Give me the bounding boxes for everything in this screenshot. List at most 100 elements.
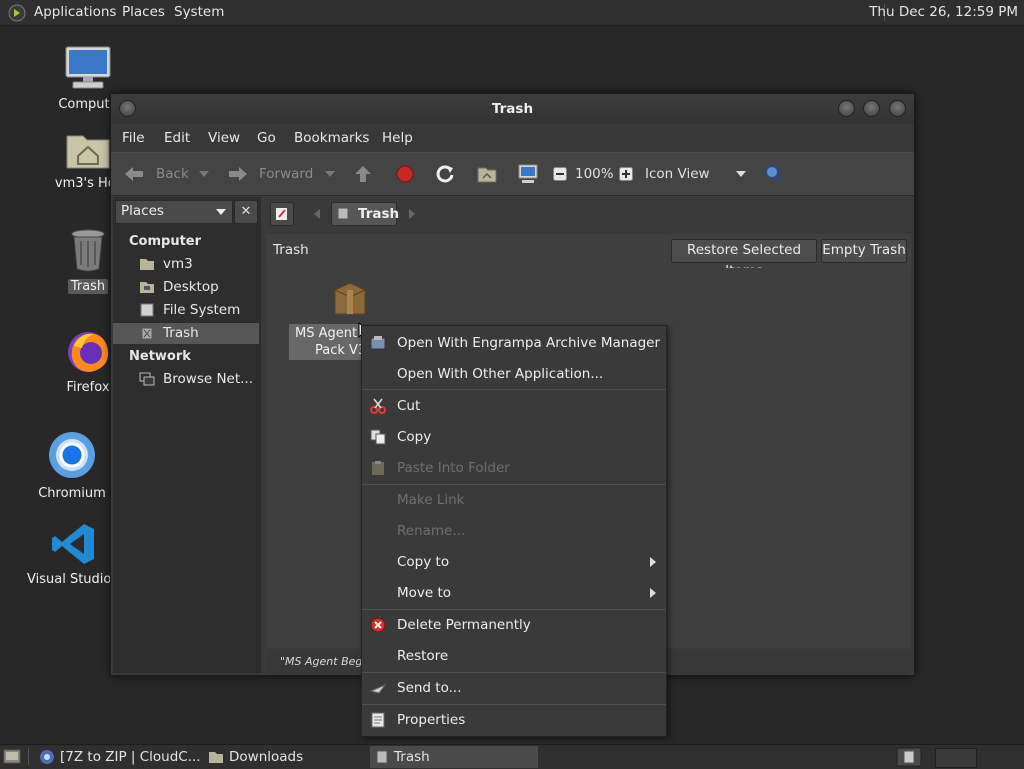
chromium-icon (49, 432, 95, 478)
scissors-icon (370, 398, 386, 414)
menu-item-cut[interactable]: Cut (362, 391, 666, 421)
menu-file[interactable]: File (122, 130, 145, 146)
zoom-out-icon[interactable] (553, 167, 567, 181)
menu-edit[interactable]: Edit (164, 130, 190, 146)
drive-icon (140, 303, 154, 317)
toggle-location-entry-button[interactable] (270, 202, 294, 226)
clock[interactable]: Thu Dec 26, 12:59 PM (869, 4, 1018, 20)
sidebar-item-browse-network[interactable]: Browse Net... (113, 369, 259, 390)
menu-separator (362, 389, 666, 390)
menu-item-paste-into-folder[interactable]: Paste Into Folder (362, 453, 666, 483)
menu-bookmarks[interactable]: Bookmarks (294, 130, 369, 146)
menu-item-send-to[interactable]: Send to... (362, 673, 666, 703)
chevron-down-icon (216, 209, 226, 215)
browser-icon (40, 750, 54, 764)
up-arrow-icon[interactable] (353, 164, 373, 184)
menubar: File Edit View Go Bookmarks Help (111, 124, 914, 152)
vscode-icon (52, 524, 94, 564)
view-mode-select[interactable]: Icon View (645, 166, 710, 182)
home-icon[interactable] (476, 164, 498, 184)
computer-icon (65, 46, 111, 89)
desktop-icon-chromium[interactable]: Chromium (22, 430, 122, 501)
forward-arrow-icon[interactable] (227, 165, 249, 183)
submenu-arrow-icon (650, 588, 656, 598)
zoom-level[interactable]: 100% (575, 166, 614, 182)
applications-menu[interactable]: Applications (34, 4, 116, 20)
empty-trash-button[interactable]: Empty Trash (821, 239, 907, 263)
trash-info-bar: Trash Restore Selected Items Empty Trash (266, 234, 911, 279)
close-side-pane-button[interactable]: ✕ (234, 200, 258, 224)
menu-item-restore[interactable]: Restore (362, 641, 666, 671)
taskbar-item-downloads[interactable]: Downloads (205, 746, 367, 768)
computer-icon[interactable] (517, 163, 539, 185)
maximize-button[interactable] (863, 100, 880, 117)
side-pane-selector[interactable]: Places (115, 200, 233, 224)
close-button[interactable] (889, 100, 906, 117)
trash-icon (141, 327, 153, 340)
paste-icon (372, 461, 384, 475)
send-icon (370, 684, 386, 694)
menu-item-copy[interactable]: Copy (362, 422, 666, 452)
menu-item-move-to[interactable]: Move to (362, 578, 666, 608)
places-menu[interactable]: Places (122, 4, 165, 20)
chevron-down-icon[interactable] (736, 171, 746, 177)
menu-item-make-link[interactable]: Make Link (362, 485, 666, 515)
reload-icon[interactable] (435, 164, 455, 184)
menu-help[interactable]: Help (382, 130, 413, 146)
menu-item-open-with-engrampa[interactable]: Open With Engrampa Archive Manager (362, 328, 666, 358)
archive-package-icon[interactable] (332, 280, 368, 318)
search-icon[interactable] (763, 163, 785, 185)
desktop-folder-icon (140, 282, 154, 293)
taskbar-item-trash[interactable]: Trash (370, 746, 538, 768)
sidebar-heading-network: Network (129, 349, 191, 364)
menu-item-properties[interactable]: Properties (362, 705, 666, 735)
home-folder-icon (66, 135, 110, 169)
minimize-button[interactable] (838, 100, 855, 117)
window-titlebar[interactable]: Trash (111, 94, 914, 124)
trash-applet-icon[interactable] (896, 747, 922, 767)
sidebar-item-desktop[interactable]: Desktop (113, 277, 259, 298)
zoom-in-icon[interactable] (619, 167, 633, 181)
crumb-right-arrow-icon[interactable] (409, 209, 415, 219)
breadcrumb-trash[interactable]: Trash (331, 202, 399, 226)
show-desktop-icon[interactable] (3, 748, 21, 765)
toolbar: Back Forward 100% Icon View (111, 152, 914, 196)
sidebar-item-vm3[interactable]: vm3 (113, 254, 259, 275)
file-label-selected[interactable]: MS Agent E Pack V3 (289, 324, 369, 360)
menu-item-rename[interactable]: Rename... (362, 516, 666, 546)
stop-icon[interactable] (395, 164, 415, 184)
status-text: "MS Agent Begir (280, 655, 370, 668)
top-panel: Applications Places System Thu Dec 26, 1… (0, 0, 1024, 26)
back-button[interactable]: Back (156, 166, 189, 182)
system-menu[interactable]: System (174, 4, 224, 20)
back-arrow-icon[interactable] (123, 165, 145, 183)
desktop-icon-vscode[interactable]: Visual Studio Co (24, 522, 133, 587)
forward-button[interactable]: Forward (259, 166, 313, 182)
copy-icon (370, 429, 386, 445)
network-icon (139, 372, 155, 386)
crumb-left-arrow-icon[interactable] (314, 209, 320, 219)
menu-item-open-with-other[interactable]: Open With Other Application... (362, 359, 666, 389)
forward-history-dropdown-icon[interactable] (325, 171, 335, 177)
menu-go[interactable]: Go (257, 130, 276, 146)
back-history-dropdown-icon[interactable] (199, 171, 209, 177)
taskbar-item-browser[interactable]: [7Z to ZIP | CloudC... (36, 746, 202, 768)
edit-icon (276, 208, 287, 220)
menu-item-copy-to[interactable]: Copy to (362, 547, 666, 577)
mate-logo-icon[interactable] (8, 4, 26, 22)
sidebar-item-file-system[interactable]: File System (113, 300, 259, 321)
trash-icon (71, 229, 105, 272)
folder-icon (209, 752, 223, 763)
content-heading: Trash (273, 242, 309, 258)
context-menu: Open With Engrampa Archive Manager Open … (361, 325, 667, 737)
menu-item-delete-permanently[interactable]: Delete Permanently (362, 610, 666, 640)
trash-icon (337, 207, 349, 220)
restore-selected-items-button[interactable]: Restore Selected Items (671, 239, 817, 279)
archive-manager-icon (370, 336, 386, 350)
window-title: Trash (491, 101, 534, 117)
sidebar-item-trash[interactable]: Trash (113, 323, 259, 344)
trash-icon (376, 750, 388, 764)
workspace-switcher[interactable] (935, 748, 977, 768)
submenu-arrow-icon (650, 557, 656, 567)
menu-view[interactable]: View (208, 130, 240, 146)
